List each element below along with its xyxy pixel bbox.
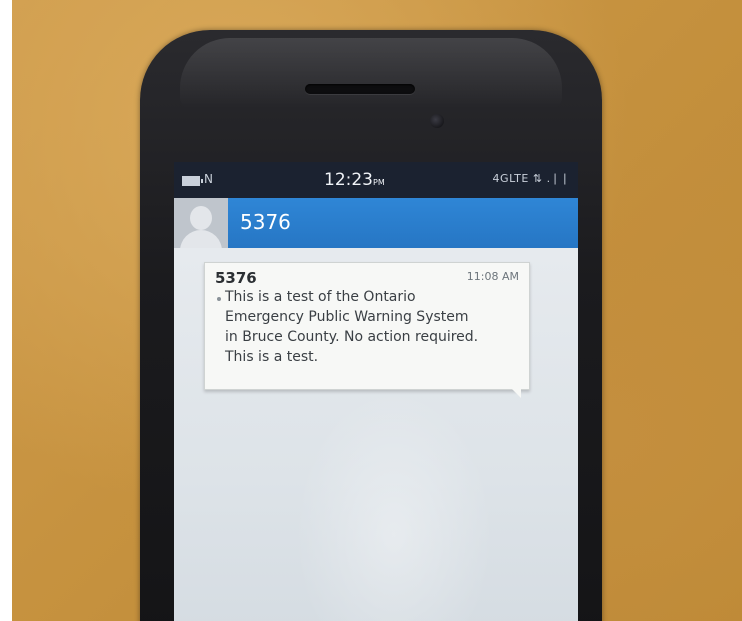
conversation-area[interactable]: 5376 11:08 AM This is a test of the Onta… xyxy=(174,248,578,621)
avatar-body xyxy=(180,230,222,248)
front-camera xyxy=(430,114,444,128)
message-line: Emergency Public Warning System xyxy=(225,309,469,325)
battery-icon xyxy=(182,176,203,186)
message-line: in Bruce County. No action required. xyxy=(225,329,479,345)
message-bubble[interactable]: 5376 11:08 AM This is a test of the Onta… xyxy=(204,262,530,398)
message-time: 11:08 AM xyxy=(466,270,519,283)
message-line: This is a test. xyxy=(225,349,319,365)
status-clock: 12:23PM xyxy=(324,170,385,190)
signal-icon: 4GLTE ⇅ .❘❘ xyxy=(492,172,570,185)
earpiece-speaker xyxy=(305,84,415,94)
message-line: This is a test of the Ontario xyxy=(225,289,416,305)
status-bar: N 12:23PM 4GLTE ⇅ .❘❘ xyxy=(174,162,578,198)
image-border xyxy=(0,0,12,621)
message-body: This is a test of the Ontario Emergency … xyxy=(225,287,521,367)
status-time: 12:23 xyxy=(324,170,373,190)
phone-screen: N 12:23PM 4GLTE ⇅ .❘❘ 5376 5376 11:08 AM… xyxy=(174,162,578,621)
contact-name: 5376 xyxy=(240,210,291,234)
notification-indicator: N xyxy=(204,172,213,186)
status-time-suffix: PM xyxy=(373,178,385,187)
conversation-header[interactable]: 5376 xyxy=(174,198,578,248)
phone-top-shine xyxy=(180,38,562,108)
message-sender: 5376 xyxy=(215,269,257,287)
contact-avatar-icon[interactable] xyxy=(174,198,228,248)
screen-glare xyxy=(294,388,494,621)
unread-dot-icon xyxy=(217,297,221,301)
photo-scene: N 12:23PM 4GLTE ⇅ .❘❘ 5376 5376 11:08 AM… xyxy=(0,0,742,621)
phone-body: N 12:23PM 4GLTE ⇅ .❘❘ 5376 5376 11:08 AM… xyxy=(140,30,602,621)
avatar-head xyxy=(190,206,212,230)
